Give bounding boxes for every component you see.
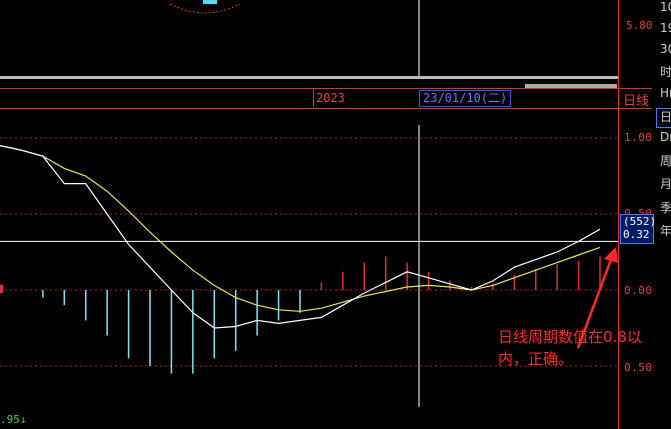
price-chart-panel [0, 0, 618, 78]
annotation-arrow [576, 247, 618, 349]
price-panel-bottom-border [0, 76, 619, 79]
arrow-head [604, 247, 618, 263]
price-circle-arc [169, 3, 241, 14]
right-panel-item[interactable]: 时 [660, 63, 671, 80]
bottom-left-value: .95↓ [0, 413, 27, 426]
right-panel-item[interactable]: Hr [660, 86, 671, 100]
period-label[interactable]: 日线 [623, 90, 649, 109]
right-panel-item[interactable]: 周 [660, 152, 671, 169]
right-panel-item[interactable]: 季 [660, 199, 671, 216]
y-tick-1: 1.00 [624, 131, 653, 144]
year-label: 2023 [316, 91, 345, 105]
cursor-value-index: (552) [623, 215, 657, 228]
right-panel-item[interactable]: 年 [660, 222, 671, 239]
right-panel-item[interactable]: 月 [660, 175, 671, 192]
cursor-date-box: 23/01/10(二) [419, 90, 512, 107]
cursor-value-box: (552) 0.32 [620, 214, 657, 244]
indicator-chart [0, 125, 618, 407]
bottom-left-number: .95 [0, 413, 20, 426]
right-panel-item[interactable]: 10 [660, 0, 671, 14]
red-marker [0, 285, 3, 293]
arrow-shaft [576, 256, 614, 349]
right-panel-item[interactable]: Dr [660, 130, 671, 144]
year-divider [313, 89, 314, 107]
right-panel-item[interactable]: 日 [660, 108, 671, 125]
price-chart-svg [169, 0, 420, 76]
cursor-value: 0.32 [623, 228, 650, 241]
slow-line [0, 145, 601, 312]
top-price-label: 5.80 [626, 19, 653, 32]
down-arrow-icon: ↓ [19, 413, 27, 426]
price-marker [203, 0, 217, 4]
right-panel-item[interactable]: 30 [660, 42, 671, 56]
right-panel-item[interactable]: 19 [660, 21, 671, 35]
